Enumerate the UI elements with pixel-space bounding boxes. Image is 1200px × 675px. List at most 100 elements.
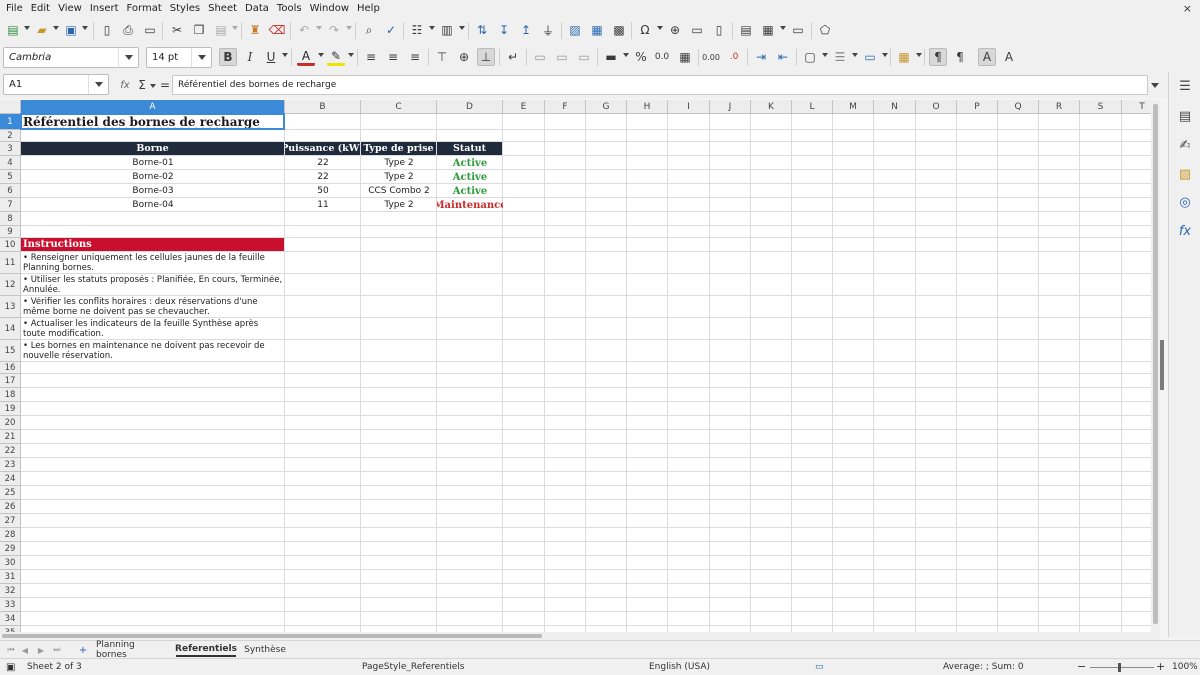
- underline-dropdown-arrow[interactable]: [282, 53, 288, 57]
- insert-chart-icon[interactable]: ▦: [588, 21, 606, 39]
- new-document-icon[interactable]: ▤: [4, 21, 22, 39]
- first-sheet-icon[interactable]: ⏮: [6, 645, 16, 655]
- column-header-l[interactable]: L: [792, 100, 833, 114]
- tab-planning-bornes[interactable]: Planning bornes: [96, 640, 168, 660]
- delete-decimal-button[interactable]: .0: [725, 48, 743, 66]
- gallery-icon[interactable]: ▨: [1176, 165, 1194, 183]
- redo-dropdown-arrow[interactable]: [346, 26, 352, 30]
- column-header-f[interactable]: F: [545, 100, 586, 114]
- borne-cell[interactable]: Borne-02: [21, 170, 285, 184]
- spelling-icon[interactable]: ✓: [382, 21, 400, 39]
- column-dropdown-arrow[interactable]: [459, 26, 465, 30]
- row-header-14[interactable]: 14: [0, 318, 21, 340]
- row-header-32[interactable]: 32: [0, 584, 21, 598]
- print-preview-icon[interactable]: ▭: [141, 21, 159, 39]
- statut-cell[interactable]: Maintenance: [437, 198, 503, 212]
- column-header-c[interactable]: C: [361, 100, 437, 114]
- special-character-icon[interactable]: Ω: [636, 21, 654, 39]
- column-header-p[interactable]: P: [957, 100, 998, 114]
- prise-cell[interactable]: CCS Combo 2: [361, 184, 437, 198]
- underline-button[interactable]: U: [262, 48, 280, 66]
- column-header-d[interactable]: D: [437, 100, 503, 114]
- decrease-indent-icon[interactable]: ⇤: [774, 48, 792, 66]
- column-header-k[interactable]: K: [751, 100, 792, 114]
- row-header-31[interactable]: 31: [0, 570, 21, 584]
- row-header-25[interactable]: 25: [0, 486, 21, 500]
- row-icon[interactable]: ☷: [408, 21, 426, 39]
- select-all-corner[interactable]: [0, 100, 21, 114]
- highlight-color-icon[interactable]: ✎: [327, 48, 345, 66]
- paste-icon[interactable]: ▤: [212, 21, 230, 39]
- last-sheet-icon[interactable]: ⏭: [52, 645, 62, 655]
- pivot-table-icon[interactable]: ▩: [610, 21, 628, 39]
- column-header-m[interactable]: M: [833, 100, 874, 114]
- comment-icon[interactable]: ▭: [688, 21, 706, 39]
- row-header-33[interactable]: 33: [0, 598, 21, 612]
- column-header-e[interactable]: E: [503, 100, 545, 114]
- row-header-20[interactable]: 20: [0, 416, 21, 430]
- navigator-icon[interactable]: ◎: [1176, 193, 1194, 211]
- selection-mode-icon[interactable]: ▭: [815, 662, 824, 672]
- name-box-dropdown-arrow[interactable]: [88, 75, 108, 94]
- table-header-2[interactable]: Type de prise: [361, 142, 436, 155]
- previous-sheet-icon[interactable]: ◀: [20, 645, 30, 655]
- menu-styles[interactable]: Styles: [170, 3, 200, 14]
- new-dropdown-arrow[interactable]: [24, 26, 30, 30]
- language[interactable]: English (USA): [649, 662, 710, 672]
- hyperlink-icon[interactable]: ⊕: [666, 21, 684, 39]
- menu-window[interactable]: Window: [310, 3, 349, 14]
- text-vertical-icon[interactable]: A: [1000, 48, 1018, 66]
- menu-format[interactable]: Format: [127, 3, 162, 14]
- instruction-cell[interactable]: • Actualiser les indicateurs de la feuil…: [21, 319, 283, 340]
- undo-icon[interactable]: ↶: [295, 21, 313, 39]
- column-header-b[interactable]: B: [285, 100, 361, 114]
- row-header-15[interactable]: 15: [0, 340, 21, 362]
- menu-help[interactable]: Help: [357, 3, 380, 14]
- table-header-0[interactable]: Borne: [21, 142, 284, 155]
- expand-formula-bar-arrow[interactable]: [1148, 75, 1162, 95]
- currency-dropdown-arrow[interactable]: [623, 53, 629, 57]
- statut-cell[interactable]: Active: [437, 170, 503, 184]
- bold-button[interactable]: B: [219, 48, 237, 66]
- percent-format-button[interactable]: %: [632, 48, 650, 66]
- row-dropdown-arrow[interactable]: [429, 26, 435, 30]
- row-header-13[interactable]: 13: [0, 296, 21, 318]
- row-header-30[interactable]: 30: [0, 556, 21, 570]
- prise-cell[interactable]: Type 2: [361, 170, 437, 184]
- next-sheet-icon[interactable]: ▶: [36, 645, 46, 655]
- align-center-icon[interactable]: ≡: [384, 48, 402, 66]
- prise-cell[interactable]: Type 2: [361, 198, 437, 212]
- borders-dropdown-arrow[interactable]: [822, 53, 828, 57]
- row-header-24[interactable]: 24: [0, 472, 21, 486]
- conditional-dropdown-arrow[interactable]: [916, 53, 922, 57]
- text-rtl-icon[interactable]: ¶: [951, 48, 969, 66]
- row-header-26[interactable]: 26: [0, 500, 21, 514]
- table-header-3[interactable]: Statut: [437, 142, 502, 155]
- row-header-6[interactable]: 6: [0, 184, 21, 198]
- menu-sheet[interactable]: Sheet: [208, 3, 237, 14]
- font-color-dropdown-arrow[interactable]: [318, 53, 324, 57]
- functions-icon[interactable]: fx: [1176, 222, 1194, 240]
- puissance-cell[interactable]: 50: [285, 184, 361, 198]
- cut-icon[interactable]: ✂: [168, 21, 186, 39]
- column-header-s[interactable]: S: [1080, 100, 1122, 114]
- save-icon[interactable]: ▣: [62, 21, 80, 39]
- add-decimal-button[interactable]: 0.00: [702, 48, 720, 66]
- row-header-28[interactable]: 28: [0, 528, 21, 542]
- italic-button[interactable]: I: [241, 48, 259, 66]
- paste-dropdown-arrow[interactable]: [232, 26, 238, 30]
- font-name-combo[interactable]: Cambria: [3, 47, 139, 68]
- table-header-1[interactable]: Puissance (kW): [285, 142, 360, 155]
- border-style-icon[interactable]: ☰: [831, 48, 849, 66]
- undo-dropdown-arrow[interactable]: [316, 26, 322, 30]
- row-header-1[interactable]: 1: [0, 114, 21, 130]
- row-header-2[interactable]: 2: [0, 130, 21, 142]
- text-ltr-icon[interactable]: ¶: [929, 48, 947, 66]
- column-header-q[interactable]: Q: [998, 100, 1039, 114]
- clear-formatting-icon[interactable]: ⌫: [268, 21, 286, 39]
- unmerge-cells-icon[interactable]: ▭: [575, 48, 593, 66]
- instruction-cell[interactable]: • Les bornes en maintenance ne doivent p…: [21, 341, 283, 362]
- prise-cell[interactable]: Type 2: [361, 156, 437, 170]
- row-header-34[interactable]: 34: [0, 612, 21, 626]
- instruction-cell[interactable]: • Vérifier les conflits horaires : deux …: [21, 297, 283, 318]
